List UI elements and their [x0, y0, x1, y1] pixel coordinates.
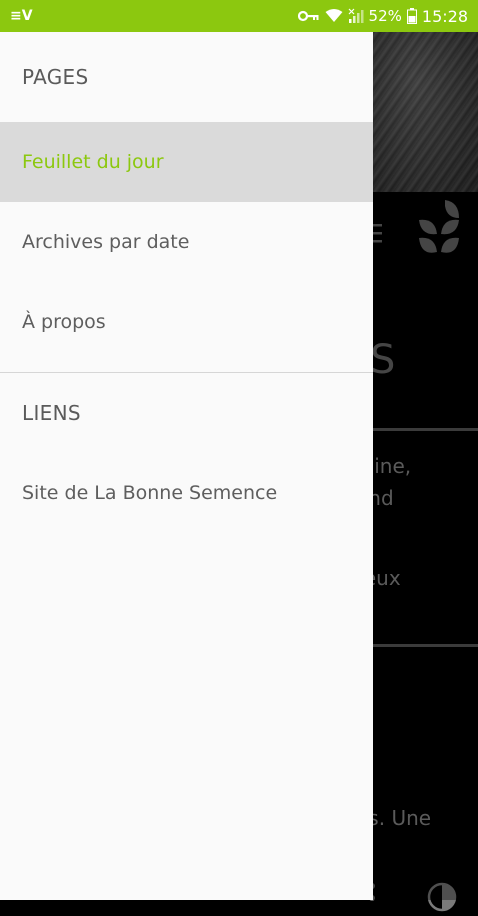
battery-percent: 52% [368, 7, 402, 25]
app-notification-icon: ≡V [10, 8, 33, 24]
key-icon [297, 9, 320, 23]
drawer-scrim[interactable] [373, 32, 478, 900]
battery-icon [406, 8, 417, 24]
links-section-header: LIENS [22, 401, 81, 425]
nav-item-feuillet-du-jour[interactable]: Feuillet du jour [0, 122, 373, 202]
link-site-la-bonne-semence[interactable]: Site de La Bonne Semence [0, 453, 373, 533]
status-bar: ≡V 52% 15:28 [0, 0, 478, 32]
clock-time: 15:28 [421, 6, 468, 26]
nav-item-archives-par-date[interactable]: Archives par date [0, 202, 373, 282]
nav-item-a-propos[interactable]: À propos [0, 282, 373, 362]
signal-icon [348, 8, 364, 24]
pages-section-header: PAGES [22, 65, 89, 89]
wifi-icon [325, 9, 343, 23]
navigation-drawer: PAGES Feuillet du jour Archives par date… [0, 32, 373, 900]
